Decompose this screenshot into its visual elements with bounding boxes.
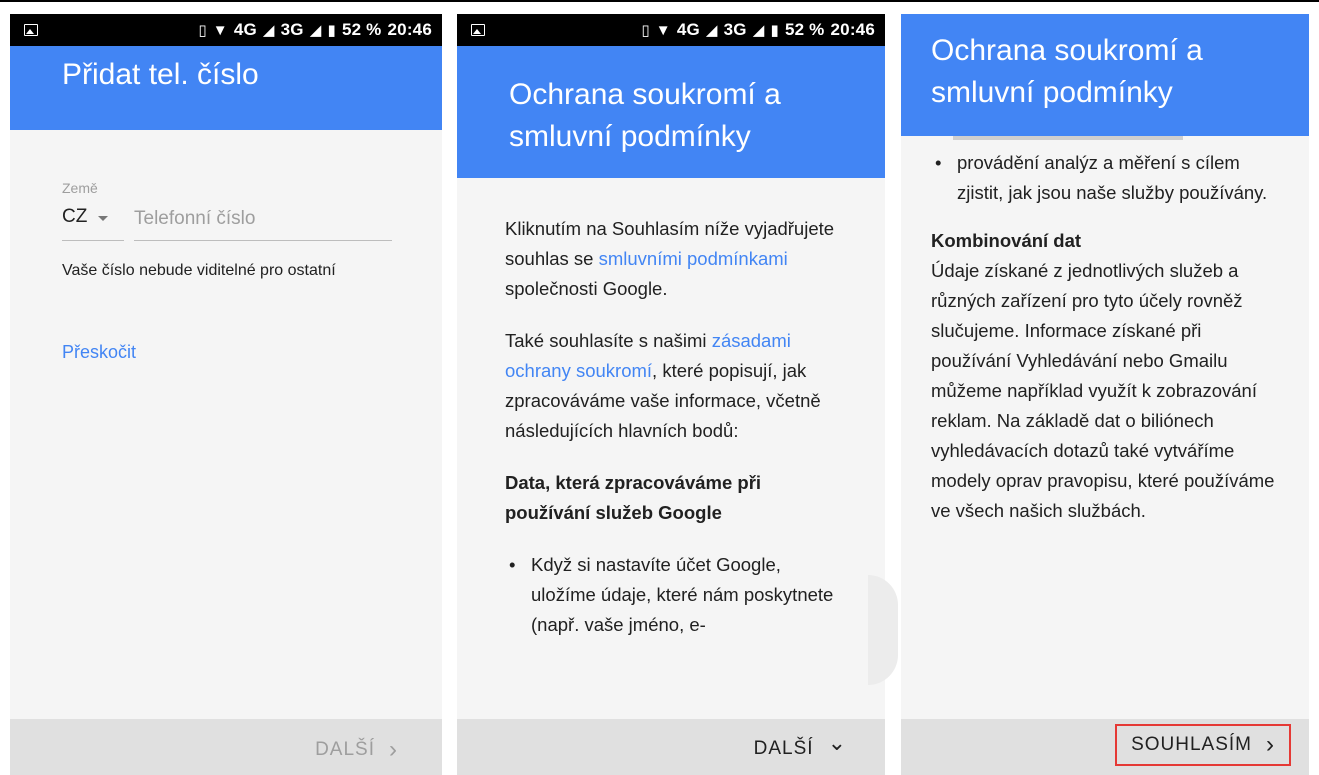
battery-percent: 52 % (784, 20, 825, 39)
signal-icon: ◢ (752, 22, 765, 39)
country-label: Země (62, 180, 98, 196)
terms-content: provádění analýz a měření s cílem zjisti… (931, 148, 1279, 526)
screen-privacy-terms-scrolled: Ochrana soukromí a smluvní podmínky prov… (901, 14, 1309, 775)
signal-icon: ◢ (309, 22, 322, 39)
next-button[interactable]: DALŠÍ › (315, 736, 398, 764)
page-title: Ochrana soukromí a smluvní podmínky (901, 14, 1309, 136)
top-rule (0, 0, 1319, 2)
text: společnosti Google. (505, 278, 668, 299)
vibrate-icon: ▯ (198, 22, 207, 39)
wifi-icon: ▼ (655, 21, 671, 39)
section-paragraph: Údaje získané z jednotlivých služeb a rů… (931, 260, 1275, 521)
phone-underline (134, 240, 392, 241)
wifi-icon: ▼ (212, 21, 228, 39)
signal-icon: ◢ (705, 22, 718, 39)
chevron-down-icon: ⌄ (827, 730, 847, 755)
network-4g: 4G (233, 20, 257, 39)
next-button[interactable]: DALŠÍ ⌄ (753, 730, 847, 762)
network-3g: 3G (723, 20, 747, 39)
scroll-shadow (868, 575, 898, 685)
country-select[interactable]: CZ (62, 206, 87, 228)
clock: 20:46 (830, 20, 875, 39)
screen-add-phone: ▯ ▼ 4G ◢ 3G ◢ ▮ 52 % 20:46 Přidat tel. č… (10, 14, 442, 775)
privacy-paragraph: Také souhlasíte s našimi zásadami ochran… (505, 326, 845, 446)
text: Také souhlasíte s našimi (505, 330, 712, 351)
status-bar: ▯ ▼ 4G ◢ 3G ◢ ▮ 52 % 20:46 (10, 14, 442, 46)
image-notification-icon (471, 24, 485, 36)
phone-number-input[interactable] (134, 206, 392, 232)
network-4g: 4G (676, 20, 700, 39)
signal-icon: ◢ (262, 22, 275, 39)
next-label: DALŠÍ (315, 739, 375, 760)
section-heading: Kombinování dat (931, 230, 1082, 251)
terms-paragraph: Kliknutím na Souhlasím níže vyjadřujete … (505, 214, 845, 304)
clock: 20:46 (387, 20, 432, 39)
chevron-right-icon: › (389, 736, 398, 763)
list-item: provádění analýz a měření s cílem zjisti… (931, 148, 1279, 208)
next-label: DALŠÍ (753, 738, 814, 759)
vibrate-icon: ▯ (641, 22, 650, 39)
chevron-down-icon[interactable] (98, 216, 108, 221)
battery-percent: 52 % (341, 20, 382, 39)
privacy-note: Vaše číslo nebude viditelné pro ostatní (62, 262, 336, 279)
footer-bar: DALŠÍ ⌄ (457, 719, 885, 775)
page-title: Přidat tel. číslo (10, 46, 442, 130)
terms-content: Kliknutím na Souhlasím níže vyjadřujete … (505, 214, 845, 640)
footer-bar: DALŠÍ › (10, 719, 442, 775)
footer-bar: SOUHLASÍM › (901, 719, 1309, 775)
status-right: ▯ ▼ 4G ◢ 3G ◢ ▮ 52 % 20:46 (641, 20, 875, 40)
status-bar: ▯ ▼ 4G ◢ 3G ◢ ▮ 52 % 20:46 (457, 14, 885, 46)
status-right: ▯ ▼ 4G ◢ 3G ◢ ▮ 52 % 20:46 (198, 20, 432, 40)
network-3g: 3G (280, 20, 304, 39)
battery-icon: ▮ (327, 22, 336, 39)
chevron-right-icon: › (1266, 731, 1275, 758)
section-heading: Data, která zpracováváme při používání s… (505, 472, 762, 523)
terms-link[interactable]: smluvními podmínkami (599, 248, 788, 269)
image-notification-icon (24, 24, 38, 36)
screen-privacy-terms: ▯ ▼ 4G ◢ 3G ◢ ▮ 52 % 20:46 Ochrana soukr… (457, 14, 885, 775)
country-underline (62, 240, 124, 241)
list-item: Když si nastavíte účet Google, uložíme ú… (505, 550, 845, 640)
agree-label: SOUHLASÍM (1131, 734, 1252, 755)
clipped-text-line (953, 136, 1183, 140)
battery-icon: ▮ (770, 22, 779, 39)
page-title: Ochrana soukromí a smluvní podmínky (457, 46, 885, 178)
skip-link[interactable]: Přeskočit (62, 342, 136, 363)
agree-button[interactable]: SOUHLASÍM › (1115, 724, 1291, 766)
